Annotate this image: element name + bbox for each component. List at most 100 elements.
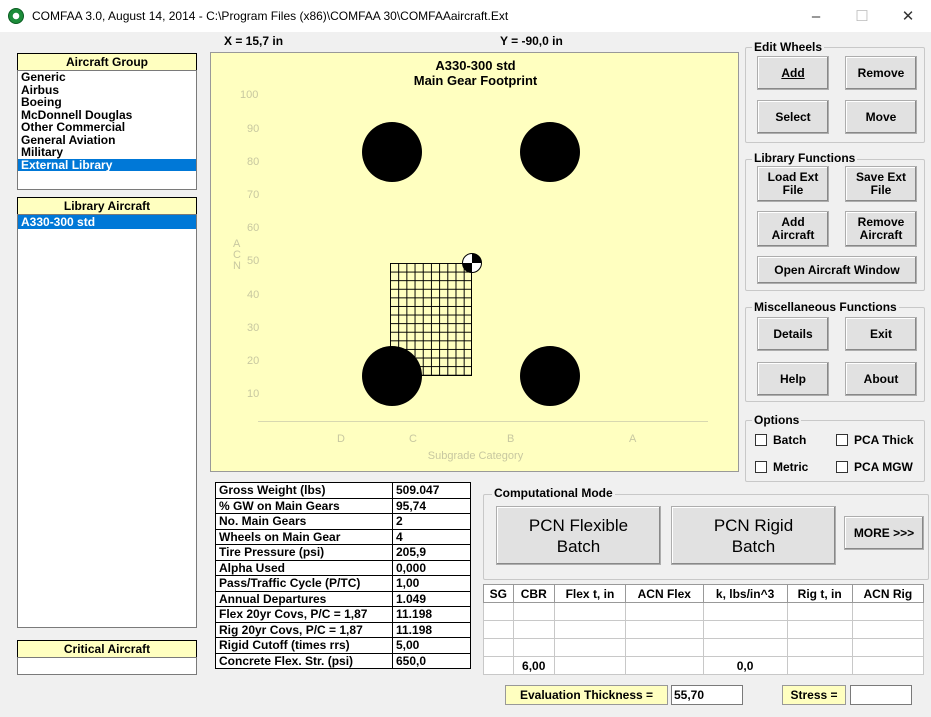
critical-aircraft-field[interactable] <box>17 657 197 675</box>
parameter-value[interactable]: 0,000 <box>392 559 471 576</box>
parameter-value[interactable]: 11.198 <box>392 621 471 638</box>
parameter-value[interactable]: 11.198 <box>392 606 471 623</box>
results-cell[interactable] <box>553 602 627 621</box>
pca-mgw-checkbox[interactable]: PCA MGW <box>836 460 913 474</box>
help-button[interactable]: Help <box>757 362 829 396</box>
results-cell[interactable] <box>512 638 555 657</box>
wheel-circle[interactable] <box>520 122 580 182</box>
metric-checkbox[interactable]: Metric <box>755 460 808 474</box>
checkbox-box[interactable] <box>755 434 767 446</box>
results-table[interactable]: SG CBR Flex t, in ACN Flex k, lbs/in^3 Rig t,… <box>483 584 925 675</box>
parameter-value[interactable]: 1,00 <box>392 575 471 592</box>
aircraft-group-item-selected[interactable]: External Library <box>18 158 196 171</box>
library-aircraft-list[interactable]: A330-300 std <box>17 214 197 628</box>
pca-thick-checkbox[interactable]: PCA Thick <box>836 433 914 447</box>
results-row[interactable]: 6,00 0,0 <box>483 656 925 675</box>
remove-wheel-button[interactable]: Remove <box>845 56 917 90</box>
results-cell[interactable] <box>512 620 555 639</box>
results-cell[interactable] <box>625 638 704 657</box>
evaluation-thickness-field[interactable]: 55,70 <box>671 685 743 705</box>
results-row[interactable] <box>483 620 925 639</box>
results-column-header: SG <box>483 584 514 603</box>
pcn-rigid-batch-button[interactable]: PCN Rigid Batch <box>671 506 836 565</box>
results-cell[interactable] <box>851 638 925 657</box>
batch-checkbox[interactable]: Batch <box>755 433 806 447</box>
remove-aircraft-button[interactable]: Remove Aircraft <box>845 211 917 247</box>
parameter-value[interactable]: 205,9 <box>392 544 471 561</box>
add-wheel-button[interactable]: Add <box>757 56 829 90</box>
results-cell[interactable] <box>553 638 627 657</box>
y-tick-label: 40 <box>247 289 260 301</box>
details-button[interactable]: Details <box>757 317 829 351</box>
parameter-value[interactable]: 509.047 <box>392 482 471 499</box>
results-cell[interactable] <box>625 620 704 639</box>
load-ext-file-button[interactable]: Load Ext File <box>757 166 829 202</box>
checkbox-box[interactable] <box>836 434 848 446</box>
results-cell[interactable] <box>786 638 853 657</box>
results-row[interactable] <box>483 638 925 657</box>
results-cell[interactable] <box>483 620 514 639</box>
minimize-button[interactable]: – <box>793 0 839 32</box>
results-cell[interactable] <box>702 638 788 657</box>
results-column-header: ACN Rig <box>851 584 925 603</box>
results-cell[interactable] <box>512 602 555 621</box>
results-cell[interactable] <box>851 656 925 675</box>
open-aircraft-window-button[interactable]: Open Aircraft Window <box>757 256 917 284</box>
wheel-circle[interactable] <box>520 346 580 406</box>
stress-field[interactable] <box>850 685 912 705</box>
select-wheel-button[interactable]: Select <box>757 100 829 134</box>
more-button[interactable]: MORE >>> <box>844 516 924 550</box>
parameter-value[interactable]: 4 <box>392 528 471 545</box>
parameter-value[interactable]: 95,74 <box>392 497 471 514</box>
results-cell[interactable] <box>851 602 925 621</box>
wheel-circle[interactable] <box>362 122 422 182</box>
pcn-flexible-batch-button[interactable]: PCN Flexible Batch <box>496 506 661 565</box>
results-cell[interactable] <box>786 656 853 675</box>
results-cell[interactable] <box>851 620 925 639</box>
parameter-label: Wheels on Main Gear <box>215 528 393 545</box>
parameter-row: % GW on Main Gears 95,74 <box>215 497 471 514</box>
results-cell[interactable] <box>553 620 627 639</box>
y-tick-label: 10 <box>247 388 260 400</box>
results-cell[interactable] <box>483 602 514 621</box>
parameter-value[interactable]: 1.049 <box>392 590 471 607</box>
app-icon <box>8 8 24 24</box>
results-row[interactable] <box>483 602 925 621</box>
checkbox-box[interactable] <box>755 461 767 473</box>
results-cell[interactable] <box>625 656 704 675</box>
x-axis-label: Subgrade Category <box>427 450 524 462</box>
results-cell[interactable] <box>702 602 788 621</box>
results-cell[interactable]: 0,0 <box>702 656 788 675</box>
results-cell[interactable] <box>553 656 627 675</box>
aircraft-group-item[interactable]: Other Commercial <box>18 121 196 134</box>
options-label: Options <box>752 413 802 427</box>
results-cell[interactable] <box>786 620 853 639</box>
parameter-label: Tire Pressure (psi) <box>215 544 393 561</box>
results-cell[interactable] <box>625 602 704 621</box>
parameter-value[interactable]: 5,00 <box>392 637 471 654</box>
add-aircraft-button[interactable]: Add Aircraft <box>757 211 829 247</box>
save-ext-file-button[interactable]: Save Ext File <box>845 166 917 202</box>
parameter-value[interactable]: 2 <box>392 513 471 530</box>
aircraft-group-item[interactable]: Boeing <box>18 96 196 109</box>
wheel-circle[interactable] <box>362 346 422 406</box>
library-aircraft-item-selected[interactable]: A330-300 std <box>18 215 196 229</box>
aircraft-group-item[interactable]: Generic <box>18 71 196 84</box>
center-of-gravity-icon <box>462 253 482 273</box>
aircraft-group-list[interactable]: Generic Airbus Boeing McDonnell Douglas … <box>17 70 197 190</box>
results-cell[interactable]: 6,00 <box>512 656 555 675</box>
results-cell[interactable] <box>786 602 853 621</box>
maximize-button[interactable]: ☐ <box>839 0 885 32</box>
parameter-value[interactable]: 650,0 <box>392 652 471 669</box>
evaluation-thickness-label: Evaluation Thickness = <box>505 685 668 705</box>
about-button[interactable]: About <box>845 362 917 396</box>
results-cell[interactable] <box>702 620 788 639</box>
exit-button[interactable]: Exit <box>845 317 917 351</box>
results-cell[interactable] <box>483 638 514 657</box>
move-wheel-button[interactable]: Move <box>845 100 917 134</box>
close-button[interactable]: ✕ <box>885 0 931 32</box>
results-column-header: CBR <box>512 584 555 603</box>
checkbox-box[interactable] <box>836 461 848 473</box>
aircraft-group-item[interactable]: Military <box>18 146 196 159</box>
results-cell[interactable] <box>483 656 514 675</box>
